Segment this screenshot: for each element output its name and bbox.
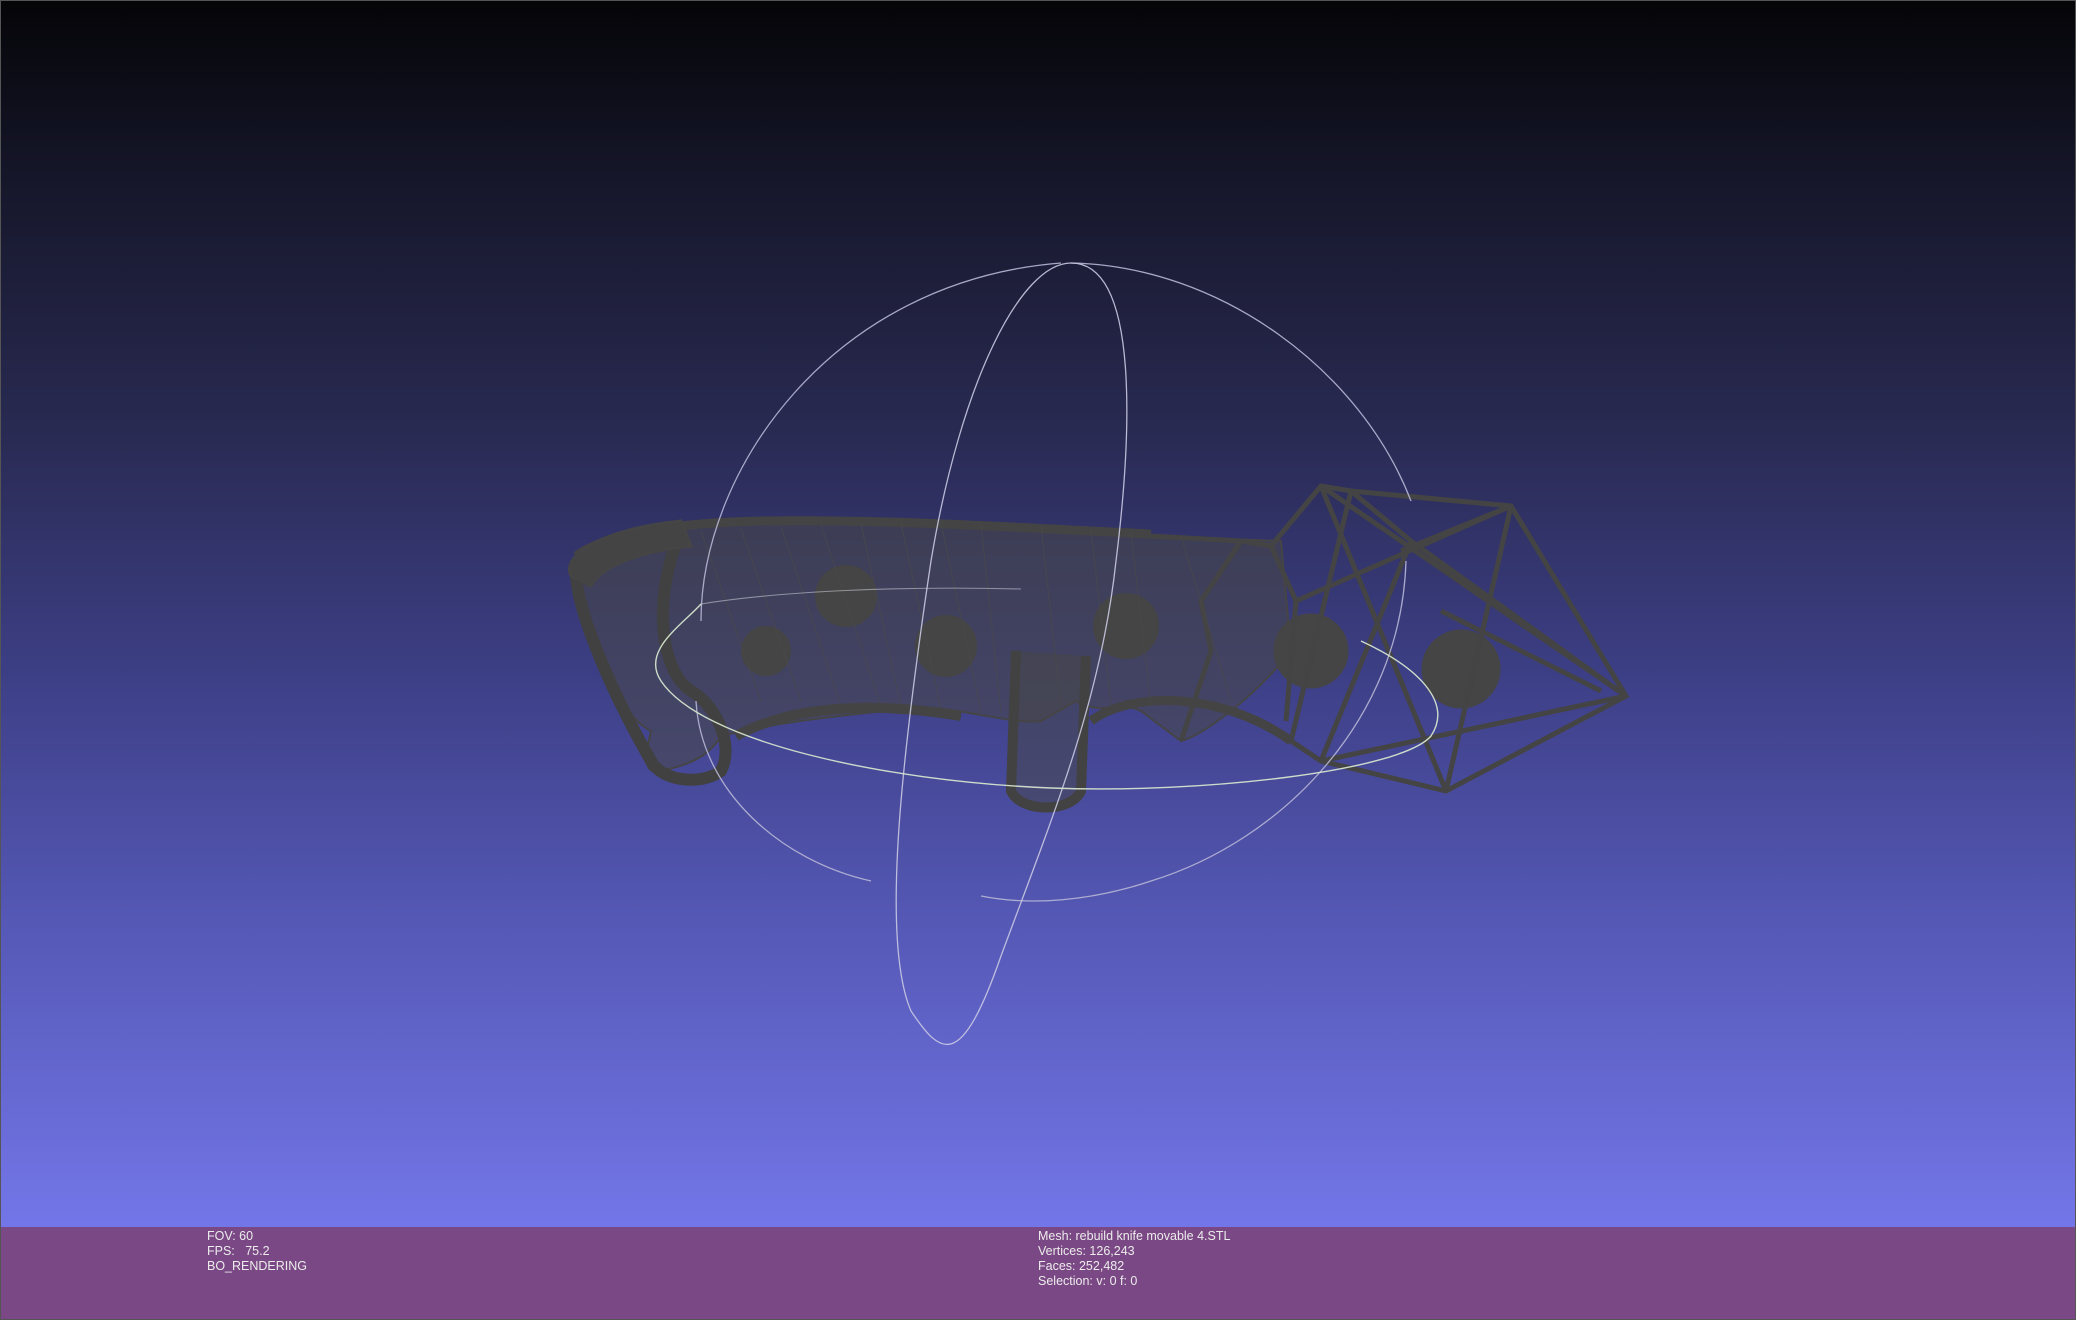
render-info: FOV: 60 FPS: 75.2 BO_RENDERING (207, 1229, 307, 1274)
selection-readout: Selection: v: 0 f: 0 (1038, 1274, 1138, 1288)
fov-readout: FOV: 60 (207, 1229, 254, 1243)
mesh-model[interactable] (568, 483, 1630, 813)
mesh-name-readout: Mesh: rebuild knife movable 4.STL (1038, 1229, 1231, 1243)
faces-readout: Faces: 252,482 (1038, 1259, 1125, 1273)
mesh-center-post (1005, 650, 1091, 813)
mesh-info: Mesh: rebuild knife movable 4.STL Vertic… (1038, 1229, 1230, 1289)
3d-scene[interactable] (1, 1, 2076, 1227)
mesh-pivot-3 (1093, 593, 1159, 659)
fps-readout: FPS: 75.2 (207, 1244, 270, 1258)
vertices-readout: Vertices: 126,243 (1038, 1244, 1135, 1258)
3d-viewport[interactable]: FOV: 60 FPS: 75.2 BO_RENDERING Mesh: reb… (0, 0, 2076, 1320)
mesh-pivot-6 (1421, 629, 1501, 709)
render-mode-readout: BO_RENDERING (207, 1259, 308, 1273)
mesh-pivot-1 (815, 565, 877, 627)
